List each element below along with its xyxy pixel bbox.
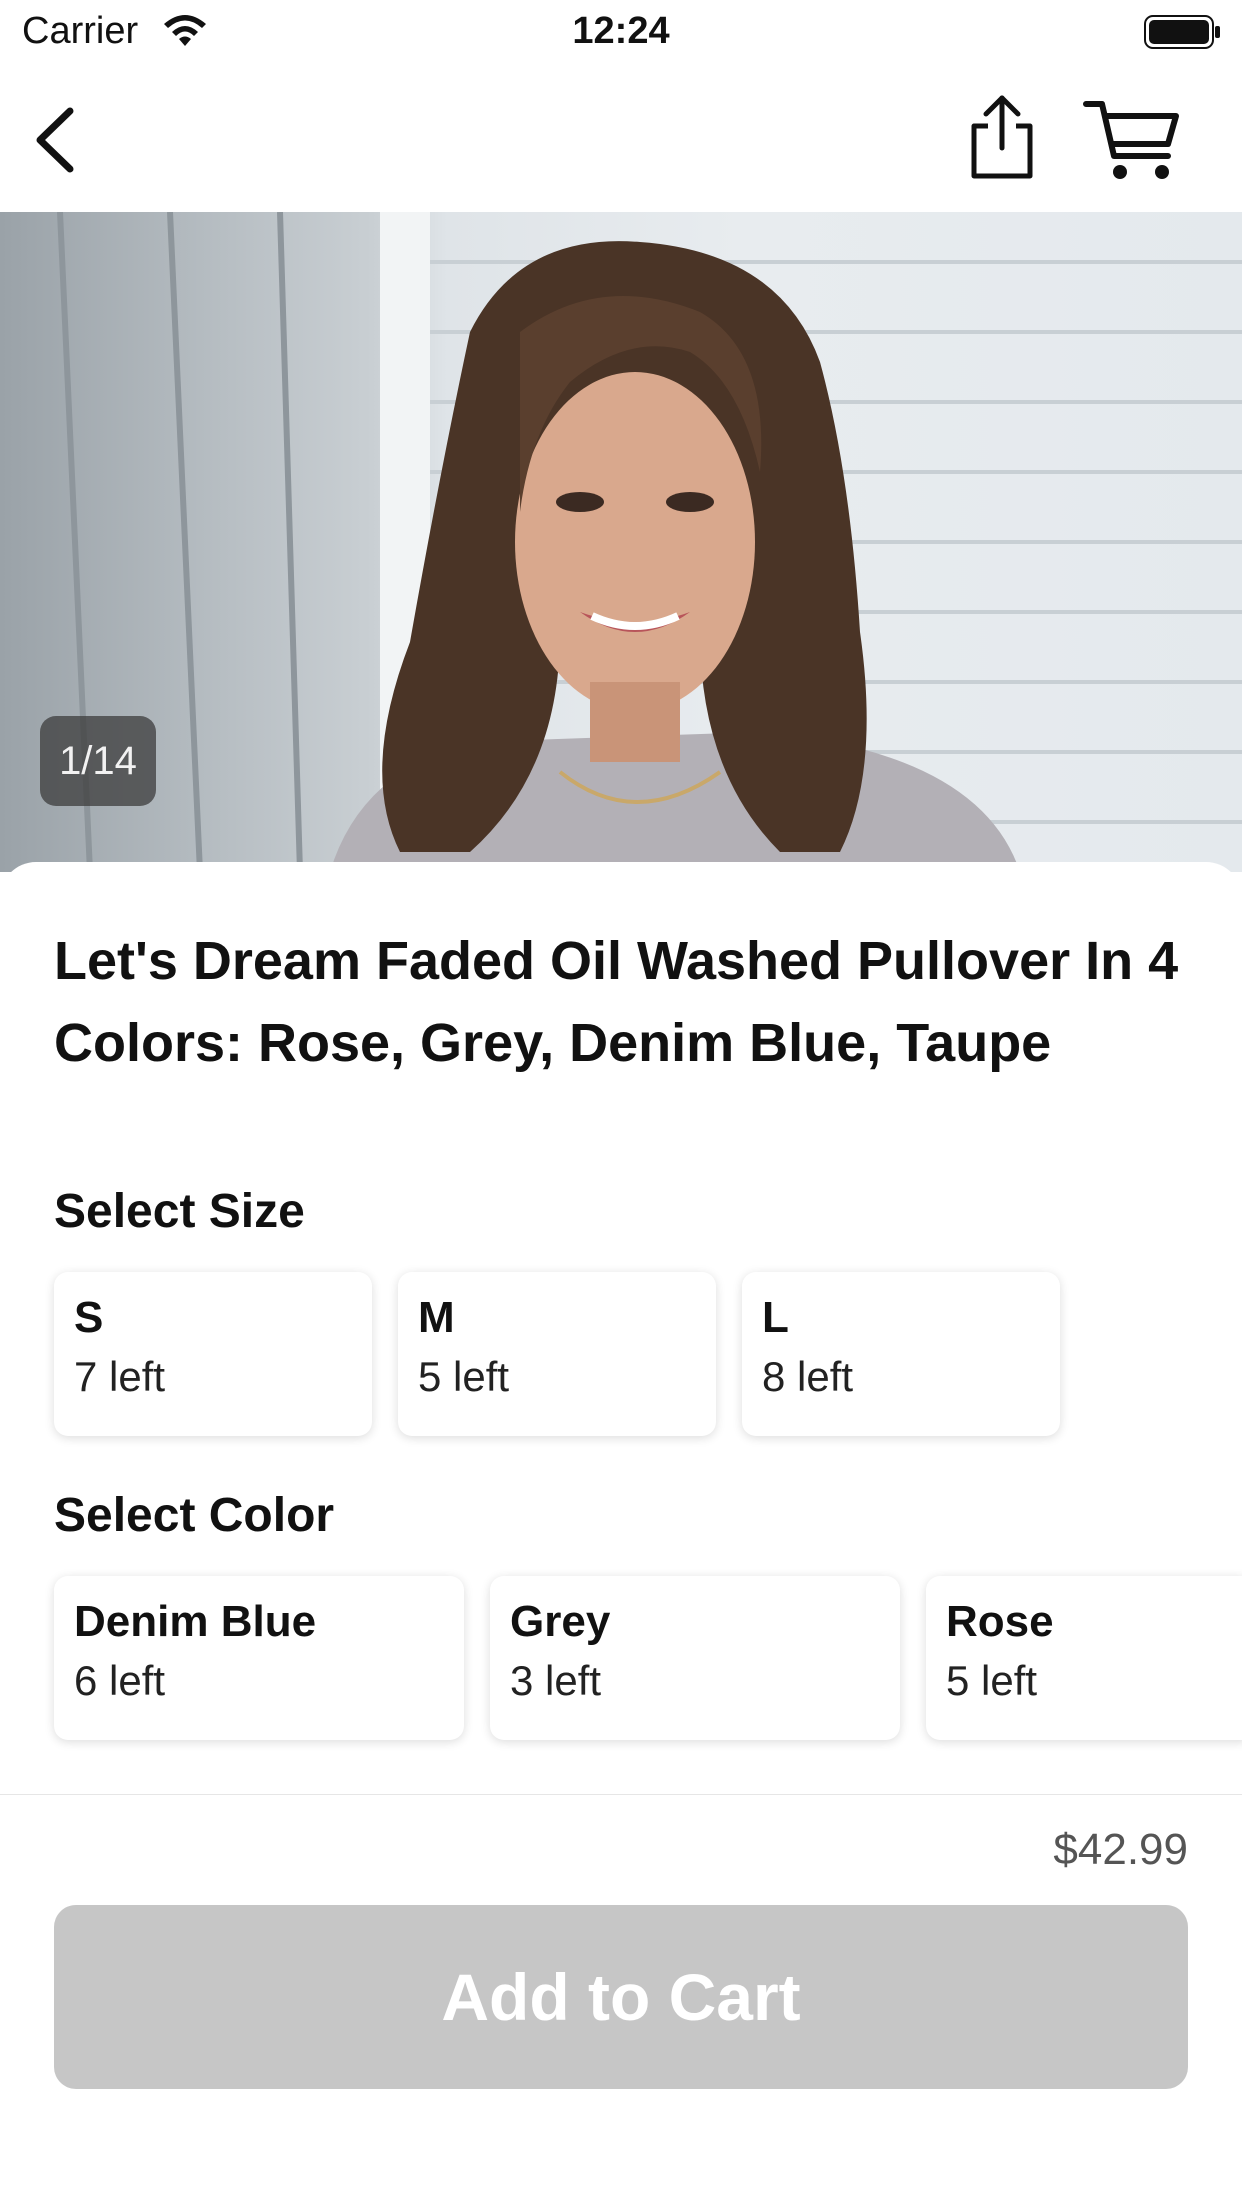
status-bar: Carrier 12:24	[0, 0, 1242, 66]
color-option-rose[interactable]: Rose 5 left	[926, 1576, 1242, 1740]
color-stock: 3 left	[510, 1657, 602, 1704]
battery-icon	[1144, 15, 1220, 49]
color-name: Denim Blue	[74, 1597, 317, 1646]
product-price: $42.99	[1053, 1825, 1188, 1874]
share-button[interactable]	[962, 92, 1042, 182]
nav-bar	[0, 66, 1242, 212]
product-title: Let's Dream Faded Oil Washed Pullover In…	[54, 931, 1179, 1073]
share-icon	[971, 95, 1033, 179]
size-option-l[interactable]: L 8 left	[742, 1272, 1060, 1436]
size-name: L	[762, 1293, 789, 1342]
product-image-carousel[interactable]: 1/14	[0, 212, 1242, 872]
product-detail-sheet: Let's Dream Faded Oil Washed Pullover In…	[0, 862, 1242, 1792]
cart-button[interactable]	[1082, 94, 1182, 184]
chevron-left-icon	[36, 107, 74, 173]
select-size-label: Select Size	[54, 1185, 305, 1238]
size-option-s[interactable]: S 7 left	[54, 1272, 372, 1436]
image-counter: 1/14	[40, 716, 156, 806]
color-name: Grey	[510, 1597, 611, 1646]
color-option-denim-blue[interactable]: Denim Blue 6 left	[54, 1576, 464, 1740]
color-stock: 6 left	[74, 1657, 166, 1704]
size-name: S	[74, 1293, 104, 1342]
cart-icon	[1083, 101, 1179, 179]
size-stock: 8 left	[762, 1353, 854, 1400]
size-name: M	[418, 1293, 455, 1342]
color-name: Rose	[946, 1597, 1054, 1646]
purchase-footer: $42.99 Add to Cart	[0, 1794, 1242, 2208]
back-button[interactable]	[22, 100, 88, 180]
color-stock: 5 left	[946, 1657, 1038, 1704]
color-options[interactable]: Denim Blue 6 left Grey 3 left Rose 5 lef…	[54, 1576, 1242, 1740]
size-stock: 7 left	[74, 1353, 166, 1400]
select-color-label: Select Color	[54, 1489, 335, 1542]
size-option-m[interactable]: M 5 left	[398, 1272, 716, 1436]
size-stock: 5 left	[418, 1353, 510, 1400]
add-to-cart-button[interactable]: Add to Cart	[54, 1905, 1188, 2089]
product-photo	[57, 212, 1242, 872]
clock: 12:24	[572, 10, 670, 52]
size-options: S 7 left M 5 left L 8 left	[54, 1272, 1086, 1436]
color-option-grey[interactable]: Grey 3 left	[490, 1576, 900, 1740]
